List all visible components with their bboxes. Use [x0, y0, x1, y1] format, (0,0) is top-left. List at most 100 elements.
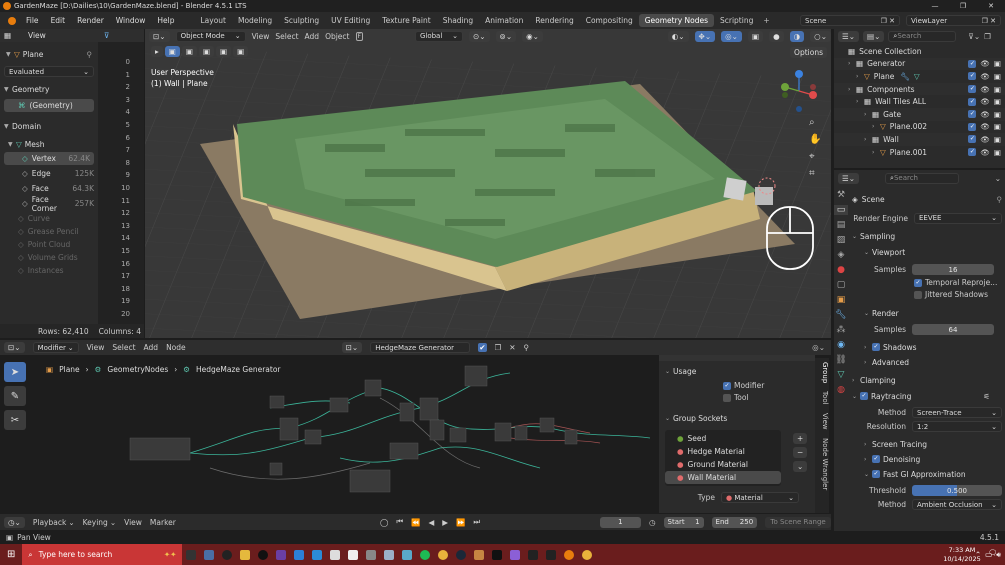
scene-selector[interactable]: Scene ❐ ✕	[800, 15, 900, 26]
clock-icon[interactable]: ◷	[649, 518, 656, 527]
scene-tab-icon[interactable]: ◈	[838, 250, 845, 260]
temporal-reprojection-checkbox[interactable]: ✓	[914, 278, 922, 287]
notification-icon[interactable]: 🗨︎	[988, 548, 998, 557]
tab-rendering[interactable]: Rendering	[529, 14, 579, 27]
outliner-item[interactable]: › ▦ Wall Tiles ALL ✓ 👁︎ ▣	[834, 95, 1005, 108]
render-samples-field[interactable]: 64	[912, 324, 994, 335]
particles-tab-icon[interactable]: ⁂	[837, 325, 846, 335]
chevron-icon[interactable]: ›	[872, 149, 880, 156]
usage-panel-header[interactable]: ⌄ Usage	[659, 365, 815, 377]
outliner-item[interactable]: › ▦ Components ✓ 👁︎ ▣	[834, 82, 1005, 96]
start-frame-field[interactable]: Start 1	[663, 516, 704, 528]
select-subtract-icon[interactable]: ▣	[198, 46, 215, 57]
menu-file[interactable]: File	[20, 16, 45, 25]
outliner-item[interactable]: › ▦ Gate ✓ 👁︎ ▣	[834, 107, 1005, 121]
current-frame-field[interactable]: 1	[599, 516, 641, 528]
group-socket-item[interactable]: ● Hedge Material	[665, 445, 781, 458]
material-tab-icon[interactable]: ◍	[837, 385, 845, 395]
resolution-select[interactable]: 1:2 ⌄	[912, 421, 1002, 432]
domain-item-face[interactable]: ◇ Face 64.3K	[0, 182, 98, 195]
chevron-icon[interactable]: ›	[864, 136, 872, 143]
app-icon[interactable]	[528, 549, 539, 560]
spotify-icon[interactable]	[420, 549, 431, 560]
next-keyframe-icon[interactable]: ⏩	[456, 518, 465, 527]
select-extend-icon[interactable]: ▣	[181, 46, 197, 57]
group-socket-item[interactable]: ● Ground Material	[665, 458, 781, 471]
chrome-icon[interactable]	[582, 549, 593, 560]
domain-item-disabled[interactable]: ◇ Volume Grids	[0, 251, 98, 263]
tab-modeling[interactable]: Modeling	[232, 14, 278, 27]
file-explorer-icon[interactable]	[240, 549, 251, 560]
view-menu[interactable]: View	[28, 31, 46, 40]
pin-icon[interactable]: ⚲	[997, 195, 1003, 204]
breadcrumb-item[interactable]: Plane	[59, 365, 80, 374]
vscode-icon[interactable]	[312, 549, 323, 560]
timeline-menu-marker[interactable]: Marker	[150, 518, 176, 527]
pt-icon[interactable]	[492, 549, 503, 560]
raytracing-panel-header[interactable]: ⌄ ✓ Raytracing ⚟	[852, 390, 1002, 402]
mode-select[interactable]: Object Mode ⌄	[175, 30, 246, 42]
tool-checkbox[interactable]	[723, 393, 731, 402]
camera-icon[interactable]: ▣	[994, 97, 1001, 106]
pivot-icon[interactable]: ⊙⌄	[468, 30, 490, 42]
node-tree-select[interactable]: HedgeMaze Generator	[370, 342, 471, 353]
tab-uv-editing[interactable]: UV Editing	[325, 14, 376, 27]
menu-help[interactable]: Help	[151, 16, 180, 25]
node-graph[interactable]	[120, 358, 660, 508]
3d-viewport[interactable]: ⊡⌄ Object Mode ⌄ View Select Add Object F…	[145, 29, 831, 338]
node-editor[interactable]: ⊡⌄ Modifier ⌄ View Select Add Node ⊡⌄ Hed…	[0, 340, 831, 513]
tab-layout[interactable]: Layout	[194, 14, 232, 27]
viewport-menu-select[interactable]: Select	[275, 32, 298, 41]
unlink-icon[interactable]: ✕	[509, 343, 515, 352]
chrome-icon[interactable]	[438, 549, 449, 560]
fake-user-icon[interactable]: ✔	[478, 343, 487, 352]
evaluation-mode-select[interactable]: Evaluated ⌄	[4, 66, 94, 77]
tab-compositing[interactable]: Compositing	[580, 14, 639, 27]
select-new-icon[interactable]: ▣	[164, 46, 180, 57]
outliner-item[interactable]: › ▽ Plane.002 ✓ 👁︎ ▣	[834, 121, 1005, 134]
socket-type-select[interactable]: ● Material ⌄	[721, 492, 799, 503]
outliner-search[interactable]: ⌕ Search	[888, 30, 957, 42]
select-invert-icon[interactable]: ▣	[216, 46, 232, 57]
view-layer-tab-icon[interactable]: ▨	[837, 235, 846, 245]
gizmo-icon[interactable]: ✥⌄	[694, 30, 716, 42]
taskbar-search-box[interactable]: ⌕ Type here to search ✦✦	[22, 544, 183, 565]
chevron-icon[interactable]: ›	[872, 123, 880, 130]
chevron-icon[interactable]: ›	[848, 86, 856, 93]
overlay-icon[interactable]: ◎⌄	[812, 343, 825, 352]
camera-icon[interactable]: ▣	[994, 72, 1001, 81]
shadows-subpanel-header[interactable]: › ✓ Shadows	[852, 341, 1002, 353]
exclude-checkbox[interactable]: ✓	[968, 135, 977, 144]
exclude-checkbox[interactable]: ✓	[968, 148, 977, 157]
domain-item-face-corner[interactable]: ◇ Face Corner 257K	[0, 195, 98, 213]
eye-icon[interactable]: 👁︎	[980, 135, 990, 144]
tab-group[interactable]: Group	[815, 362, 829, 383]
steam-icon[interactable]	[456, 549, 467, 560]
shadows-checkbox[interactable]: ✓	[872, 343, 880, 351]
denoising-checkbox[interactable]: ✓	[872, 455, 880, 463]
eye-icon[interactable]: 👁︎	[980, 97, 990, 106]
timeline-menu-playback[interactable]: Playback ⌄	[33, 518, 75, 527]
camera-icon[interactable]: ▣	[994, 122, 1001, 131]
app-icon[interactable]	[384, 549, 395, 560]
camera-icon[interactable]: ▣	[994, 110, 1001, 119]
chevron-down-icon[interactable]: ▼	[4, 86, 12, 93]
app-icon[interactable]	[510, 549, 521, 560]
exclude-checkbox[interactable]: ✓	[968, 122, 977, 131]
tab-view[interactable]: View	[815, 413, 829, 430]
world-tab-icon[interactable]: ●	[837, 265, 845, 275]
camera-icon[interactable]: ▣	[994, 59, 1001, 68]
github-icon[interactable]	[258, 549, 269, 560]
shading-material-icon[interactable]: ◑	[789, 30, 805, 42]
maximize-icon[interactable]: ❐	[949, 2, 977, 10]
play-icon[interactable]: ▶	[442, 518, 448, 527]
tool-tab-icon[interactable]: ⚒	[837, 190, 845, 200]
editor-type-icon[interactable]: ☰⌄	[838, 30, 860, 42]
eye-icon[interactable]: 👁︎	[980, 72, 990, 81]
tab-scripting[interactable]: Scripting	[714, 14, 759, 27]
prev-keyframe-icon[interactable]: ⏪	[411, 518, 420, 527]
node-context-select[interactable]: Modifier ⌄	[32, 342, 79, 353]
blender-menu-icon[interactable]	[8, 16, 16, 25]
physics-tab-icon[interactable]: ◉	[837, 340, 845, 350]
modifier-tab-icon[interactable]: 🔧︎	[835, 310, 846, 320]
